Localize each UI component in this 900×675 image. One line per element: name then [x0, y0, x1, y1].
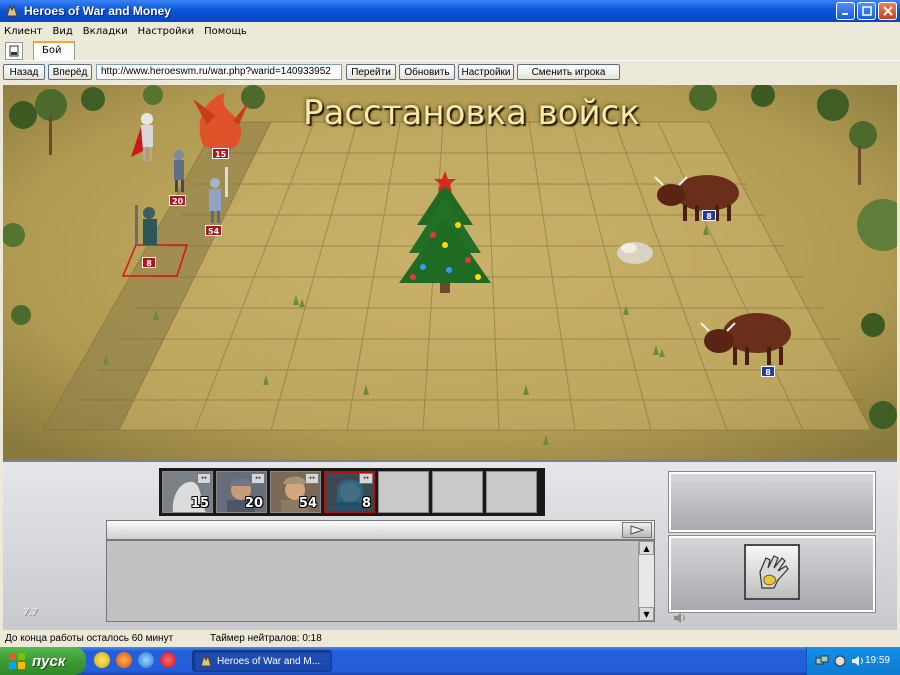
- chat-input[interactable]: [106, 520, 655, 540]
- app-icon: [200, 654, 212, 667]
- opera-icon[interactable]: [160, 652, 176, 668]
- start-button[interactable]: пуск: [0, 647, 86, 675]
- slot-count: 8: [361, 496, 371, 511]
- swap-icon[interactable]: ↔: [359, 473, 373, 484]
- army-slot-archer[interactable]: ↔ 20: [216, 471, 267, 513]
- taskbar-item-heroes[interactable]: Heroes of War and M...: [192, 650, 332, 672]
- menu-settings[interactable]: Настройки: [138, 26, 194, 37]
- gauntlet-icon: [759, 555, 789, 589]
- slot-count: 20: [244, 496, 263, 511]
- firefox-icon[interactable]: [116, 652, 132, 668]
- army-slot-imp[interactable]: ↔ 15: [162, 471, 213, 513]
- battlefield-map: [3, 85, 897, 460]
- army-slot-empty[interactable]: [432, 471, 483, 513]
- switch-player-button[interactable]: Сменить игрока: [517, 64, 620, 80]
- army-slots: ↔ 15 ↔ 20 ↔ 54 ↔ 8: [159, 468, 545, 516]
- ready-button[interactable]: [744, 544, 800, 600]
- url-input[interactable]: http://www.heroeswm.ru/war.php?warid=140…: [96, 64, 342, 80]
- session-time-text: До конца работы осталось 60 минут: [5, 633, 174, 644]
- maximize-button[interactable]: [857, 2, 876, 20]
- start-label: пуск: [32, 652, 66, 670]
- quick-launch: [94, 652, 176, 668]
- game-area: Расстановка войск 15 20 54 8 8 8 ↔ 15 ↔ …: [3, 85, 897, 630]
- volume-icon[interactable]: [851, 655, 865, 667]
- new-tab-icon[interactable]: [5, 42, 23, 60]
- tab-battle[interactable]: Бой: [33, 41, 75, 60]
- version-label: 7.7: [23, 608, 38, 618]
- send-button[interactable]: [622, 522, 652, 538]
- tray-app-icon[interactable]: [833, 655, 847, 667]
- clock: 19:59: [864, 655, 890, 666]
- status-bar: До конца работы осталось 60 минут Таймер…: [0, 630, 900, 647]
- unit-count-badge: 8: [702, 210, 716, 221]
- swap-icon[interactable]: ↔: [305, 473, 319, 484]
- rock: [617, 242, 653, 264]
- menu-client[interactable]: Клиент: [4, 26, 43, 37]
- menu-view[interactable]: Вид: [53, 26, 73, 37]
- scroll-up-icon[interactable]: ▲: [639, 541, 654, 555]
- system-tray: 19:59: [806, 647, 900, 675]
- navigation-bar: Назад Вперёд http://www.heroeswm.ru/war.…: [0, 60, 900, 82]
- settings-button[interactable]: Настройки: [458, 64, 514, 80]
- unit-count-badge: 8: [142, 257, 156, 268]
- battlefield[interactable]: Расстановка войск 15 20 54 8 8 8: [3, 85, 897, 460]
- refresh-button[interactable]: Обновить: [399, 64, 455, 80]
- unit-count-badge: 15: [212, 148, 230, 159]
- minimize-button[interactable]: [836, 2, 855, 20]
- info-panel-bottom: [669, 536, 875, 612]
- taskbar-item-label: Heroes of War and M...: [217, 655, 320, 667]
- title-bar[interactable]: Heroes of War and Money: [0, 0, 900, 22]
- menu-tabs[interactable]: Вкладки: [83, 26, 128, 37]
- army-slot-empty[interactable]: [378, 471, 429, 513]
- battle-log[interactable]: ▲ ▼: [106, 540, 655, 622]
- army-slot-spearman[interactable]: ↔ 8: [324, 471, 375, 513]
- log-scrollbar[interactable]: ▲ ▼: [638, 541, 654, 621]
- network-icon[interactable]: [815, 655, 829, 667]
- control-panel: ↔ 15 ↔ 20 ↔ 54 ↔ 8 ▲ ▼ 7.7: [3, 460, 897, 630]
- forward-button[interactable]: Вперёд: [48, 64, 92, 80]
- army-slot-swordsman[interactable]: ↔ 54: [270, 471, 321, 513]
- internet-explorer-icon[interactable]: [138, 652, 154, 668]
- application-window: Heroes of War and Money Клиент Вид Вклад…: [0, 0, 900, 675]
- neutral-timer-text: Таймер нейтралов: 0:18: [210, 633, 322, 644]
- go-button[interactable]: Перейти: [346, 64, 396, 80]
- window-title: Heroes of War and Money: [24, 4, 171, 18]
- battle-title: Расстановка войск: [303, 93, 640, 133]
- swap-icon[interactable]: ↔: [197, 473, 211, 484]
- unit-count-badge: 54: [205, 225, 223, 236]
- quick-launch-icon[interactable]: [94, 652, 110, 668]
- menu-bar: Клиент Вид Вкладки Настройки Помощь: [0, 22, 900, 40]
- unit-count-badge: 20: [169, 195, 187, 206]
- slot-count: 54: [298, 496, 317, 511]
- menu-help[interactable]: Помощь: [204, 26, 247, 37]
- taskbar: пуск Heroes of War and M... 19:59: [0, 647, 900, 675]
- army-slot-empty[interactable]: [486, 471, 537, 513]
- app-icon: [4, 3, 20, 19]
- unit-count-badge: 8: [761, 366, 775, 377]
- speaker-icon[interactable]: [673, 612, 687, 627]
- play-arrow-icon: [630, 525, 644, 535]
- back-button[interactable]: Назад: [3, 64, 45, 80]
- info-panel-top: [669, 472, 875, 532]
- swap-icon[interactable]: ↔: [251, 473, 265, 484]
- close-button[interactable]: [878, 2, 897, 20]
- slot-count: 15: [190, 496, 209, 511]
- tab-row: Бой: [0, 40, 900, 60]
- scroll-down-icon[interactable]: ▼: [639, 607, 654, 621]
- windows-logo-icon: [9, 653, 25, 669]
